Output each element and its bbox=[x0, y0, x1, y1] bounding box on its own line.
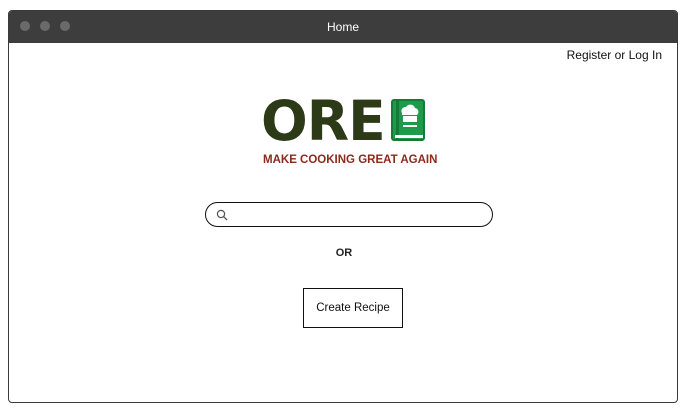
app-window: Home Register or Log In ORE MAKE COOKING… bbox=[8, 10, 678, 403]
register-login-link[interactable]: Register or Log In bbox=[567, 48, 662, 62]
search-input[interactable] bbox=[232, 205, 486, 225]
search-bar[interactable] bbox=[205, 202, 493, 227]
logo-tagline: MAKE COOKING GREAT AGAIN bbox=[263, 154, 438, 166]
title-bar: Home bbox=[9, 11, 677, 43]
create-recipe-button[interactable]: Create Recipe bbox=[303, 288, 403, 328]
logo-wordmark: ORE bbox=[261, 89, 386, 153]
search-icon bbox=[216, 208, 228, 226]
or-divider-label: OR bbox=[335, 247, 353, 259]
cookbook-icon bbox=[391, 99, 425, 146]
logo: ORE bbox=[261, 91, 431, 157]
window-title: Home bbox=[326, 20, 359, 34]
